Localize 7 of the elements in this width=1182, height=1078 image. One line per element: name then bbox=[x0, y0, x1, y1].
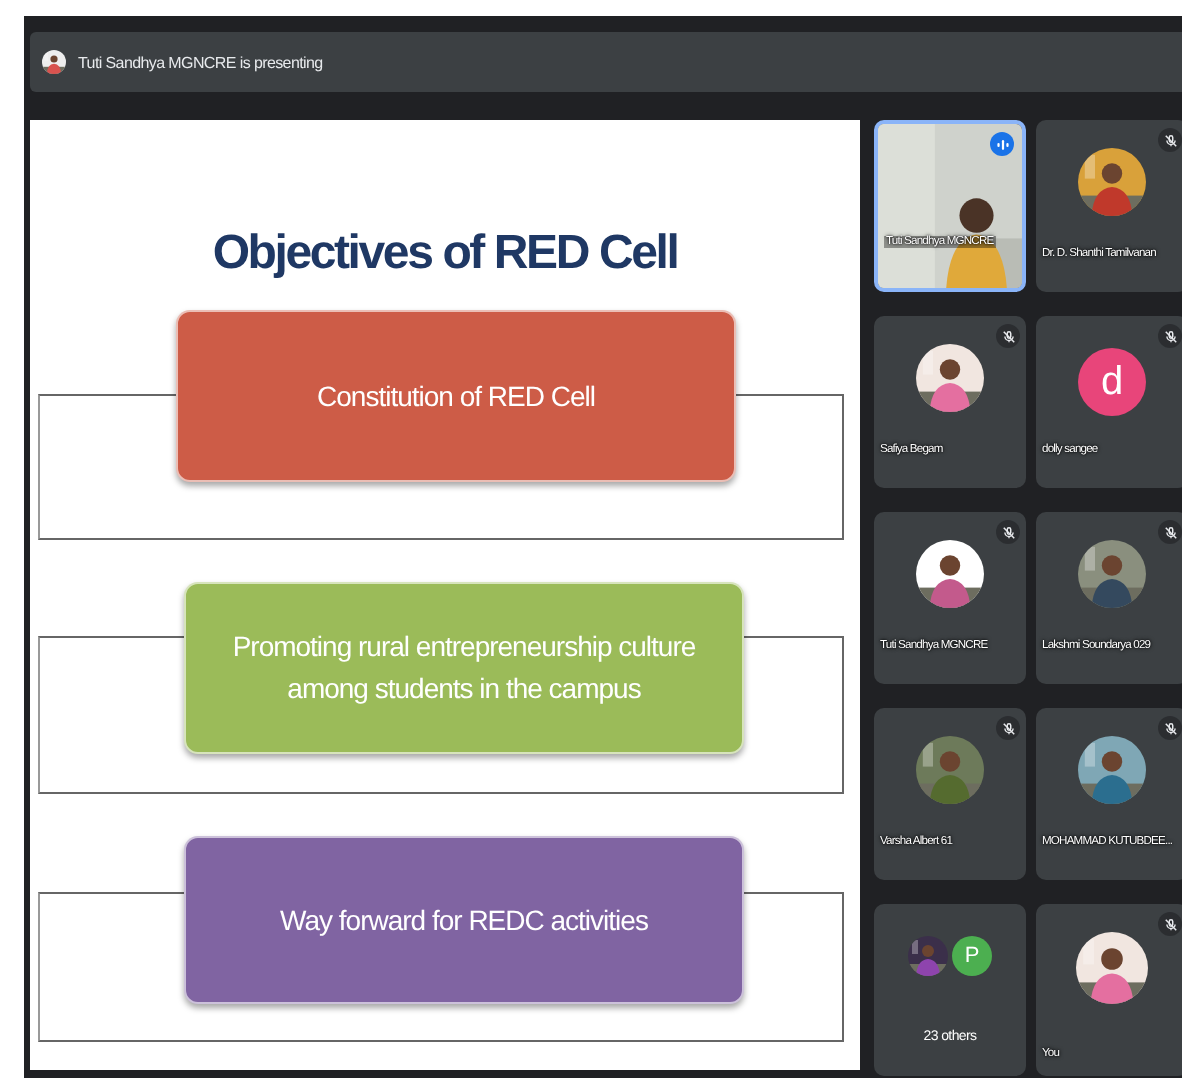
presenter-status: Tuti Sandhya MGNCRE is presenting bbox=[78, 53, 323, 71]
objective-box: Way forward for REDC activities bbox=[184, 836, 744, 1004]
objective-box: Promoting rural entrepreneurship culture among students in the campus bbox=[184, 582, 744, 754]
letter-avatar: P bbox=[952, 936, 992, 976]
objective-box: Constitution of RED Cell bbox=[176, 310, 736, 482]
letter-avatar: d bbox=[1078, 348, 1146, 416]
slide-title: Objectives of RED Cell bbox=[212, 224, 678, 284]
